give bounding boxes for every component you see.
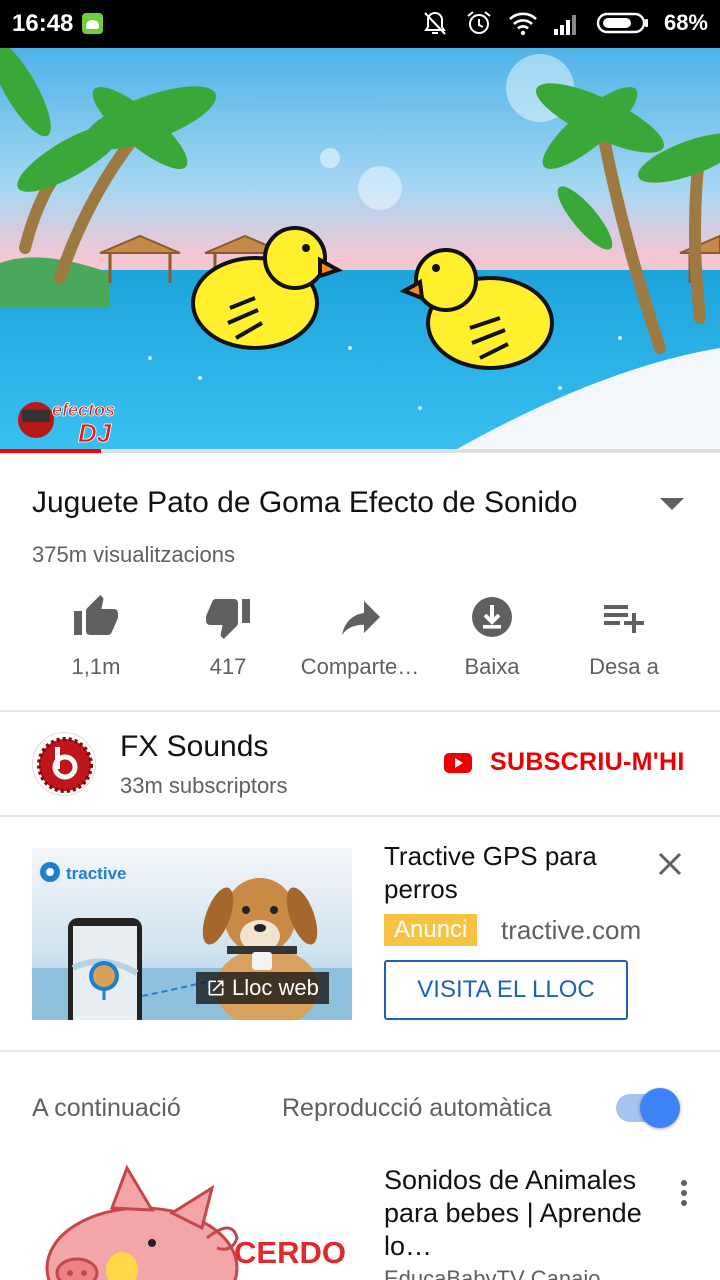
thumbs-down-icon [206,599,250,639]
ad-domain: tractive.com [501,915,642,945]
next-video-channel: EducaBabyTV Canaio [384,1266,601,1280]
signal-icon [553,15,576,35]
divider [0,710,720,712]
website-overlay-button[interactable]: Lloc web [196,972,329,1004]
youtube-logo-icon [444,752,472,773]
subscribe-label: SUBSCRIU-M'HI [490,748,685,776]
status-time: 16:48 [12,10,74,37]
autoplay-label: Reproducció automàtica [282,1094,552,1122]
dislike-count: 417 [209,654,247,679]
playlist-add-icon [604,605,644,633]
autoplay-toggle-knob [640,1088,680,1128]
download-label: Baixa [464,654,520,679]
more-options-icon[interactable] [676,1178,692,1208]
status-icons: 68% [420,8,708,38]
save-label: Desa a [589,654,659,679]
battery-icon [596,12,648,34]
visit-site-button[interactable]: VISITA EL LLOC [384,960,628,1020]
status-bar: 16:48 68% [0,0,720,48]
next-video-thumbnail[interactable]: CERDO [32,1158,352,1280]
ad-title[interactable]: Tractive GPS para perros [384,840,624,906]
svg-text:DJ: DJ [78,418,112,448]
divider [0,815,720,817]
save-button[interactable]: Desa a [558,592,690,692]
view-count: 375m visualitzacions [32,542,235,567]
ad-brand-logo: tractive [66,864,126,883]
next-video-title[interactable]: Sonidos de Animales para bebes | Aprende… [384,1164,654,1263]
close-icon[interactable] [656,850,684,878]
channel-avatar[interactable] [32,732,96,796]
up-next-label: A continuació [32,1094,181,1122]
download-icon [472,597,512,637]
video-progress-bar[interactable] [0,449,720,453]
action-bar: 1,1m 417 Comparte… Baixa Desa a [30,592,690,692]
ad-badge: Anunci [384,914,478,946]
android-icon [82,13,103,34]
like-button[interactable]: 1,1m [30,592,162,692]
share-label: Comparte… [300,654,420,679]
next-thumb-text: CERDO [234,1235,346,1270]
thumbs-up-icon [74,595,118,635]
share-button[interactable]: Comparte… [294,592,426,692]
autoplay-toggle[interactable] [616,1088,680,1128]
like-count: 1,1m [71,654,121,679]
wifi-icon [509,12,537,36]
channel-name[interactable]: FX Sounds [120,730,268,764]
alarm-icon [467,11,491,34]
download-button[interactable]: Baixa [426,592,558,692]
website-overlay-label: Lloc web [232,975,319,1000]
share-icon [342,601,380,635]
video-player[interactable]: efectos DJ [0,48,720,453]
svg-text:efectos: efectos [52,400,115,420]
divider [0,1050,720,1052]
chevron-down-icon[interactable] [658,494,686,514]
video-progress-fill [0,449,101,453]
subscribe-button[interactable]: SUBSCRIU-M'HI [444,748,685,777]
open-external-icon [208,980,224,996]
dislike-button[interactable]: 417 [162,592,294,692]
bell-off-icon [424,11,446,35]
video-title: Juguete Pato de Goma Efecto de Sonido [32,486,578,519]
subscriber-count: 33m subscriptors [120,773,288,798]
battery-percent: 68% [663,10,708,35]
